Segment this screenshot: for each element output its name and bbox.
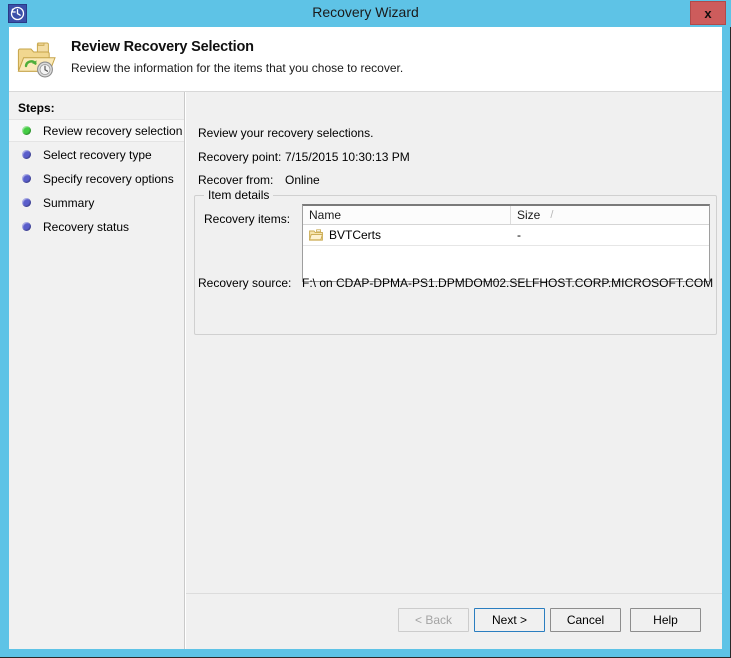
steps-sidebar: Steps: Review recovery selection Select …: [9, 92, 185, 649]
step-bullet-icon: [22, 222, 31, 231]
step-bullet-icon: [22, 126, 31, 135]
recovery-items-listview[interactable]: Name Size / BVTCerts -: [302, 204, 710, 282]
step-bullet-icon: [22, 198, 31, 207]
main-panel: Review your recovery selections. Recover…: [186, 92, 722, 649]
recovery-source-value: F:\ on CDAP-DPMA-PS1.DPMDOM02.SELFHOST.C…: [302, 276, 714, 290]
step-bullet-icon: [22, 150, 31, 159]
page-subtitle: Review the information for the items tha…: [71, 61, 404, 75]
table-row[interactable]: BVTCerts -: [303, 225, 709, 246]
sidebar-item-label: Specify recovery options: [43, 171, 174, 186]
recover-from-value: Online: [285, 173, 320, 187]
sidebar-item-label: Select recovery type: [43, 147, 152, 162]
window-title: Recovery Wizard: [312, 4, 419, 20]
column-header-name[interactable]: Name: [303, 206, 511, 224]
sidebar-item-select-recovery-type[interactable]: Select recovery type: [9, 143, 184, 166]
sidebar-item-summary[interactable]: Summary: [9, 191, 184, 214]
sidebar-item-label: Summary: [43, 195, 95, 210]
sidebar-item-label: Recovery status: [43, 219, 130, 234]
recovery-items-label: Recovery items:: [204, 212, 291, 226]
steps-heading: Steps:: [18, 101, 55, 115]
row-name-cell: BVTCerts: [303, 225, 511, 245]
column-header-size-label: Size: [517, 208, 541, 222]
sidebar-item-review-recovery-selection[interactable]: Review recovery selection: [9, 119, 184, 142]
column-header-size[interactable]: Size /: [511, 206, 709, 224]
item-details-legend: Item details: [204, 188, 274, 202]
row-size-cell: -: [517, 228, 521, 242]
sort-indicator-icon: /: [550, 209, 554, 221]
intro-text: Review your recovery selections.: [198, 126, 374, 140]
title-bar: Recovery Wizard x: [0, 0, 731, 27]
button-bar: < Back Next > Cancel Help: [186, 594, 722, 649]
close-button[interactable]: x: [690, 1, 726, 25]
folder-recovery-icon: [16, 40, 58, 80]
recover-from-label: Recover from:: [198, 173, 274, 187]
listview-header: Name Size /: [303, 206, 709, 225]
help-button[interactable]: Help: [630, 608, 701, 632]
sidebar-item-label: Review recovery selection: [43, 123, 183, 138]
page-title: Review Recovery Selection: [71, 39, 254, 55]
row-name-text: BVTCerts: [329, 228, 382, 242]
sidebar-item-recovery-status[interactable]: Recovery status: [9, 215, 184, 238]
sidebar-item-specify-recovery-options[interactable]: Specify recovery options: [9, 167, 184, 190]
back-button[interactable]: < Back: [398, 608, 469, 632]
client-area: Review Recovery Selection Review the inf…: [9, 27, 722, 649]
next-button[interactable]: Next >: [474, 608, 545, 632]
column-header-name-label: Name: [309, 208, 342, 222]
recovery-source-label: Recovery source:: [198, 276, 292, 290]
step-bullet-icon: [22, 174, 31, 183]
cancel-button[interactable]: Cancel: [550, 608, 621, 632]
recovery-point-label: Recovery point:: [198, 150, 282, 164]
recovery-point-value: 7/15/2015 10:30:13 PM: [285, 150, 410, 164]
recovery-wizard-window: Recovery Wizard x Review Recovery Select…: [0, 0, 731, 658]
folder-icon: [308, 229, 324, 241]
wizard-header: Review Recovery Selection Review the inf…: [9, 27, 722, 92]
